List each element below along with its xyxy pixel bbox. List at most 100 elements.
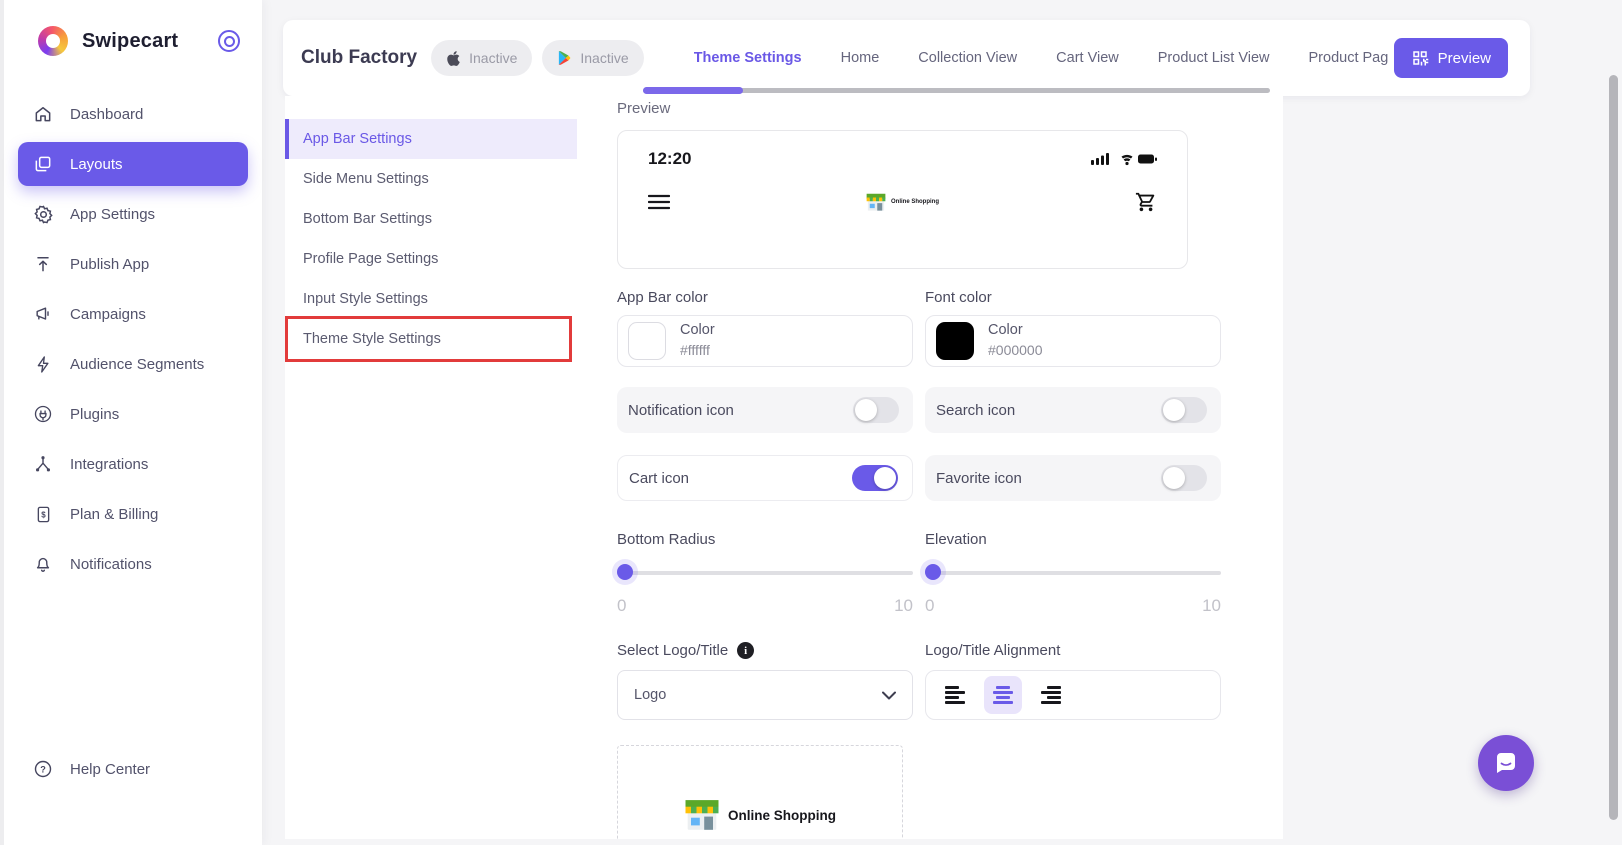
cart-icon-setting: Cart icon <box>617 455 913 501</box>
brand-row: Swipecart <box>4 0 262 66</box>
sidebar-item-publish-app[interactable]: Publish App <box>18 242 248 286</box>
cart-icon-toggle[interactable] <box>852 465 898 491</box>
sidebar-collapse-icon[interactable] <box>218 30 240 52</box>
status-bar-icons <box>1091 152 1157 166</box>
logo-upload-box[interactable]: Online Shopping <box>617 745 903 839</box>
elevation-label: Elevation <box>925 531 987 548</box>
sidebar-item-label: Plan & Billing <box>70 505 159 523</box>
sidebar-item-label: Integrations <box>70 455 149 473</box>
sidebar-item-label: Audience Segments <box>70 355 205 373</box>
sidebar-item-label: Dashboard <box>70 105 144 123</box>
view-tabs: Theme Settings Home Collection View Cart… <box>694 50 1508 66</box>
elevation-slider[interactable] <box>925 564 1221 582</box>
menu-item-theme-style-settings[interactable]: Theme Style Settings <box>285 316 577 362</box>
app-bar-color-picker[interactable]: Color #ffffff <box>617 315 913 367</box>
tab-product-list-view[interactable]: Product List View <box>1158 50 1270 66</box>
align-right-button[interactable] <box>1032 676 1070 714</box>
badge-label: Inactive <box>580 50 629 66</box>
apple-icon <box>446 50 461 67</box>
tab-home[interactable]: Home <box>841 50 880 66</box>
tab-cart-view[interactable]: Cart View <box>1056 50 1119 66</box>
toggle-label: Cart icon <box>629 469 690 487</box>
notification-icon-toggle[interactable] <box>853 397 899 423</box>
menu-item-profile-page-settings[interactable]: Profile Page Settings <box>285 239 577 279</box>
menu-item-input-style-settings[interactable]: Input Style Settings <box>285 279 577 319</box>
sidebar-item-plan-billing[interactable]: $ Plan & Billing <box>18 492 248 536</box>
toggle-label: Favorite icon <box>936 469 1022 487</box>
badge-label: Inactive <box>469 50 518 66</box>
search-icon-setting: Search icon <box>925 387 1221 433</box>
tab-theme-settings[interactable]: Theme Settings <box>694 50 802 66</box>
align-center-button[interactable] <box>984 676 1022 714</box>
chevron-down-icon <box>882 691 896 700</box>
integrations-icon <box>32 453 54 475</box>
font-color-picker[interactable]: Color #000000 <box>925 315 1221 367</box>
elevation-slider-thumb[interactable] <box>925 564 941 580</box>
sidebar-item-notifications[interactable]: Notifications <box>18 542 248 586</box>
sidebar-item-integrations[interactable]: Integrations <box>18 442 248 486</box>
alignment-label: Logo/Title Alignment <box>925 642 1061 659</box>
tab-product-page[interactable]: Product Pag <box>1309 50 1389 66</box>
favorite-icon-toggle[interactable] <box>1161 465 1207 491</box>
chat-widget-button[interactable] <box>1478 735 1534 791</box>
android-status-badge[interactable]: Inactive <box>542 40 644 76</box>
plugin-icon <box>32 403 54 425</box>
select-logo-title-label: Select Logo/Title <box>617 642 729 659</box>
brand-name: Swipecart <box>82 29 179 52</box>
preview-button[interactable]: Preview <box>1393 38 1508 78</box>
app-bar-color-hex: #ffffff <box>680 341 710 358</box>
font-color-label: Font color <box>925 289 992 306</box>
sidebar-item-label: Publish App <box>70 255 150 273</box>
app-bar-color-label: App Bar color <box>617 289 708 306</box>
sidebar-item-label: Campaigns <box>70 305 146 323</box>
qr-code-icon <box>1411 49 1429 67</box>
menu-item-app-bar-settings[interactable]: App Bar Settings <box>285 119 577 159</box>
sidebar-item-campaigns[interactable]: Campaigns <box>18 292 248 336</box>
sidebar-item-app-settings[interactable]: App Settings <box>18 192 248 236</box>
app-bar-color-swatch[interactable] <box>628 322 666 360</box>
search-icon-toggle[interactable] <box>1161 397 1207 423</box>
sidebar: Swipecart Dashboard Layouts App Settings <box>0 0 262 845</box>
sidebar-item-label: Help Center <box>70 760 151 778</box>
chat-bubble-icon <box>1497 753 1515 773</box>
bottom-radius-label: Bottom Radius <box>617 531 716 548</box>
font-color-swatch[interactable] <box>936 322 974 360</box>
active-tab-indicator <box>643 87 743 94</box>
favorite-icon-setting: Favorite icon <box>925 455 1221 501</box>
menu-item-bottom-bar-settings[interactable]: Bottom Bar Settings <box>285 199 577 239</box>
preview-section-label: Preview <box>617 100 671 117</box>
tab-collection-view[interactable]: Collection View <box>918 50 1017 66</box>
align-left-button[interactable] <box>936 676 974 714</box>
menu-item-side-menu-settings[interactable]: Side Menu Settings <box>285 159 577 199</box>
bell-icon <box>32 553 54 575</box>
lightning-icon <box>32 353 54 375</box>
sidebar-item-plugins[interactable]: Plugins <box>18 392 248 436</box>
sidebar-item-label: Layouts <box>70 155 123 173</box>
slider-min: 0 <box>925 596 935 615</box>
bottom-radius-slider[interactable] <box>617 564 913 582</box>
sidebar-item-help-center[interactable]: ? Help Center <box>18 747 252 791</box>
bottom-radius-slider-thumb[interactable] <box>617 564 633 580</box>
device-time: 12:20 <box>648 149 692 168</box>
sidebar-item-layouts[interactable]: Layouts <box>18 142 248 186</box>
cart-icon[interactable] <box>1135 191 1157 213</box>
preview-button-label: Preview <box>1437 49 1491 67</box>
slider-max: 10 <box>1202 596 1221 615</box>
layouts-icon <box>32 153 54 175</box>
google-play-icon <box>557 50 572 66</box>
logo-title-select[interactable]: Logo <box>617 670 913 720</box>
page-scrollbar[interactable] <box>1609 75 1618 820</box>
device-preview: 12:20 Online Shopping <box>617 130 1188 269</box>
info-icon[interactable]: i <box>737 642 755 659</box>
font-color-hex: #000000 <box>988 341 1043 358</box>
sidebar-item-audience-segments[interactable]: Audience Segments <box>18 342 248 386</box>
logo-title-selected-value: Logo <box>634 687 667 703</box>
toggle-label: Search icon <box>936 401 1016 419</box>
sidebar-item-dashboard[interactable]: Dashboard <box>18 92 248 136</box>
ios-status-badge[interactable]: Inactive <box>431 40 533 76</box>
app-bar-settings-panel: Preview 12:20 Online Shopping App Bar co… <box>577 96 1283 839</box>
slider-min: 0 <box>617 596 627 615</box>
hamburger-menu-icon[interactable] <box>648 194 670 210</box>
toggle-label: Notification icon <box>628 401 734 419</box>
megaphone-icon <box>32 303 54 325</box>
